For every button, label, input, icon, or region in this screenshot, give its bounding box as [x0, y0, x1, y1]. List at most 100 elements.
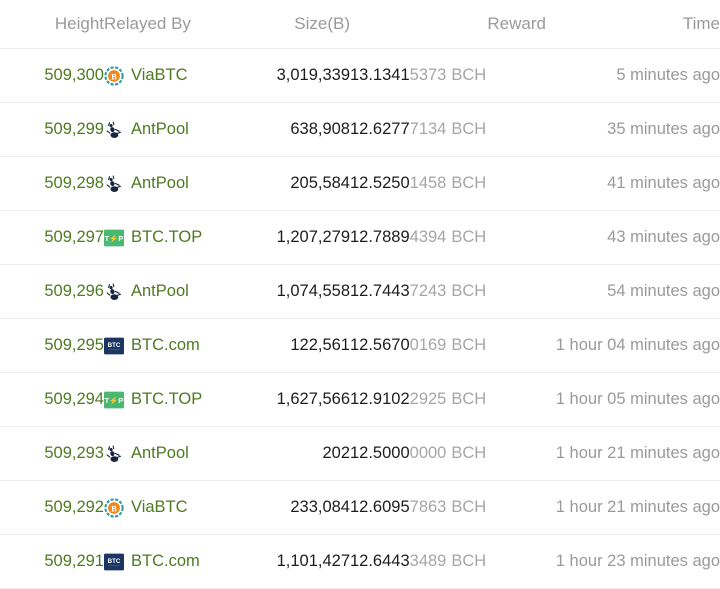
cell-relayed-by[interactable]: BTC BTC.com: [104, 534, 228, 589]
block-height-link[interactable]: 509,299: [44, 120, 104, 138]
cell-relayed-by[interactable]: T⚡P BTC.TOP: [104, 372, 228, 427]
cell-time: 35 minutes ago: [546, 102, 720, 157]
cell-reward: 13.13415373 BCH: [350, 48, 546, 103]
table-row[interactable]: 509,292 B ViaBTC 233,084 12.60957863 BCH 1 hou…: [0, 480, 720, 535]
relative-time-label: 35 minutes ago: [607, 120, 720, 138]
pool-name-label[interactable]: BTC.TOP: [131, 390, 202, 409]
viabtc-icon: B: [104, 65, 124, 86]
table-row[interactable]: 509,294 T⚡P BTC.TOP 1,627,566 12.91022925 BCH…: [0, 372, 720, 427]
cell-relayed-by[interactable]: T⚡P BTC.TOP: [104, 210, 228, 265]
cell-time: 41 minutes ago: [546, 156, 720, 211]
relative-time-label: 1 hour 04 minutes ago: [555, 336, 720, 354]
relative-time-label: 1 hour 05 minutes ago: [555, 390, 720, 408]
block-height-link[interactable]: 509,293: [44, 444, 104, 462]
cell-relayed-by[interactable]: B ViaBTC: [104, 480, 228, 535]
reward-fraction-part: 4394: [409, 228, 447, 246]
block-height-link[interactable]: 509,291: [44, 552, 104, 570]
pool-name-label[interactable]: AntPool: [131, 282, 189, 301]
block-height-link[interactable]: 509,296: [44, 282, 104, 300]
pool-name-label[interactable]: AntPool: [131, 444, 189, 463]
cell-block-height[interactable]: 509,293: [0, 426, 104, 481]
cell-block-size: 205,584: [228, 156, 350, 211]
table-row[interactable]: 509,299 AntPool 638,908 12.62777134 BCH 35 mi…: [0, 102, 720, 157]
block-size-value: 202: [322, 444, 350, 462]
block-size-value: 638,908: [290, 120, 350, 138]
antpool-icon: [106, 282, 121, 300]
reward-fraction-part: 7863: [409, 498, 447, 516]
cell-block-size: 3,019,339: [228, 48, 350, 103]
cell-block-height[interactable]: 509,292: [0, 480, 104, 535]
relative-time-label: 5 minutes ago: [616, 66, 720, 84]
cell-block-height[interactable]: 509,299: [0, 102, 104, 157]
svg-text:BTC: BTC: [108, 342, 121, 349]
reward-integer-part: 12.7889: [350, 228, 410, 246]
pool-name-label[interactable]: BTC.TOP: [131, 228, 202, 247]
pool-badge[interactable]: B ViaBTC: [104, 497, 228, 518]
table-row[interactable]: 509,298 AntPool 205,584 12.52501458 BCH 41 mi…: [0, 156, 720, 211]
pool-badge[interactable]: AntPool: [104, 444, 228, 464]
block-height-link[interactable]: 509,300: [44, 66, 104, 84]
cell-relayed-by[interactable]: AntPool: [104, 426, 228, 481]
pool-badge[interactable]: BTC BTC.com: [104, 552, 228, 572]
pool-badge[interactable]: BTC BTC.com: [104, 336, 228, 356]
pool-badge[interactable]: AntPool: [104, 174, 228, 194]
block-height-link[interactable]: 509,295: [44, 336, 104, 354]
reward-integer-part: 12.6095: [350, 498, 410, 516]
table-row[interactable]: 509,295 BTC BTC.com 122,561 12.56700169 BCH 1 …: [0, 318, 720, 373]
column-header-relayed-by[interactable]: Relayed By: [104, 0, 228, 49]
pool-badge[interactable]: T⚡P BTC.TOP: [104, 228, 228, 248]
cell-relayed-by[interactable]: B ViaBTC: [104, 48, 228, 103]
column-header-time[interactable]: Time: [546, 0, 720, 49]
cell-relayed-by[interactable]: AntPool: [104, 264, 228, 319]
relative-time-label: 1 hour 23 minutes ago: [555, 552, 720, 570]
cell-block-size: 1,101,427: [228, 534, 350, 589]
cell-block-height[interactable]: 509,295: [0, 318, 104, 373]
reward-fraction-part: 0000: [409, 444, 447, 462]
pool-name-label[interactable]: BTC.com: [131, 552, 200, 571]
cell-time: 1 hour 05 minutes ago: [546, 372, 720, 427]
table-row[interactable]: 509,293 AntPool 202 12.50000000 BCH 1 hour 21…: [0, 426, 720, 481]
pool-name-label[interactable]: AntPool: [131, 174, 189, 193]
table-row[interactable]: 509,291 BTC BTC.com 1,101,427 12.64433489 BCH…: [0, 534, 720, 589]
pool-badge[interactable]: B ViaBTC: [104, 65, 228, 86]
pool-name-label[interactable]: BTC.com: [131, 336, 200, 355]
column-header-reward[interactable]: Reward: [350, 0, 546, 49]
reward-integer-part: 12.6443: [350, 552, 410, 570]
cell-relayed-by[interactable]: AntPool: [104, 156, 228, 211]
column-header-height[interactable]: Height: [0, 0, 104, 49]
reward-currency-unit: BCH: [451, 336, 487, 354]
cell-reward: 12.60957863 BCH: [350, 480, 546, 535]
pool-name-label[interactable]: AntPool: [131, 120, 189, 139]
pool-name-label[interactable]: ViaBTC: [131, 66, 188, 85]
cell-block-height[interactable]: 509,300: [0, 48, 104, 103]
table-row[interactable]: 509,300 B ViaBTC 3,019,339 13.13415373 BCH 5 m…: [0, 48, 720, 103]
block-size-value: 205,584: [290, 174, 350, 192]
cell-relayed-by[interactable]: AntPool: [104, 102, 228, 157]
cell-time: 54 minutes ago: [546, 264, 720, 319]
cell-block-height[interactable]: 509,297: [0, 210, 104, 265]
cell-block-height[interactable]: 509,296: [0, 264, 104, 319]
column-header-size[interactable]: Size(B): [228, 0, 350, 49]
cell-relayed-by[interactable]: BTC BTC.com: [104, 318, 228, 373]
cell-time: 1 hour 21 minutes ago: [546, 426, 720, 481]
table-row[interactable]: 509,296 AntPool 1,074,558 12.74437243 BCH 54 …: [0, 264, 720, 319]
reward-currency-unit: BCH: [451, 282, 487, 300]
block-height-link[interactable]: 509,294: [44, 390, 104, 408]
pool-badge[interactable]: AntPool: [104, 120, 228, 140]
block-height-link[interactable]: 509,292: [44, 498, 104, 516]
pool-badge[interactable]: T⚡P BTC.TOP: [104, 390, 228, 410]
cell-block-height[interactable]: 509,298: [0, 156, 104, 211]
cell-block-size: 1,627,566: [228, 372, 350, 427]
relative-time-label: 1 hour 21 minutes ago: [555, 498, 720, 516]
cell-block-size: 122,561: [228, 318, 350, 373]
cell-reward: 12.91022925 BCH: [350, 372, 546, 427]
reward-integer-part: 12.9102: [350, 390, 410, 408]
block-height-link[interactable]: 509,298: [44, 174, 104, 192]
table-row[interactable]: 509,297 T⚡P BTC.TOP 1,207,279 12.78894394 BCH…: [0, 210, 720, 265]
pool-badge[interactable]: AntPool: [104, 282, 228, 302]
pool-name-label[interactable]: ViaBTC: [131, 498, 188, 517]
reward-fraction-part: 7243: [409, 282, 447, 300]
block-height-link[interactable]: 509,297: [44, 228, 104, 246]
cell-block-height[interactable]: 509,294: [0, 372, 104, 427]
cell-block-height[interactable]: 509,291: [0, 534, 104, 589]
